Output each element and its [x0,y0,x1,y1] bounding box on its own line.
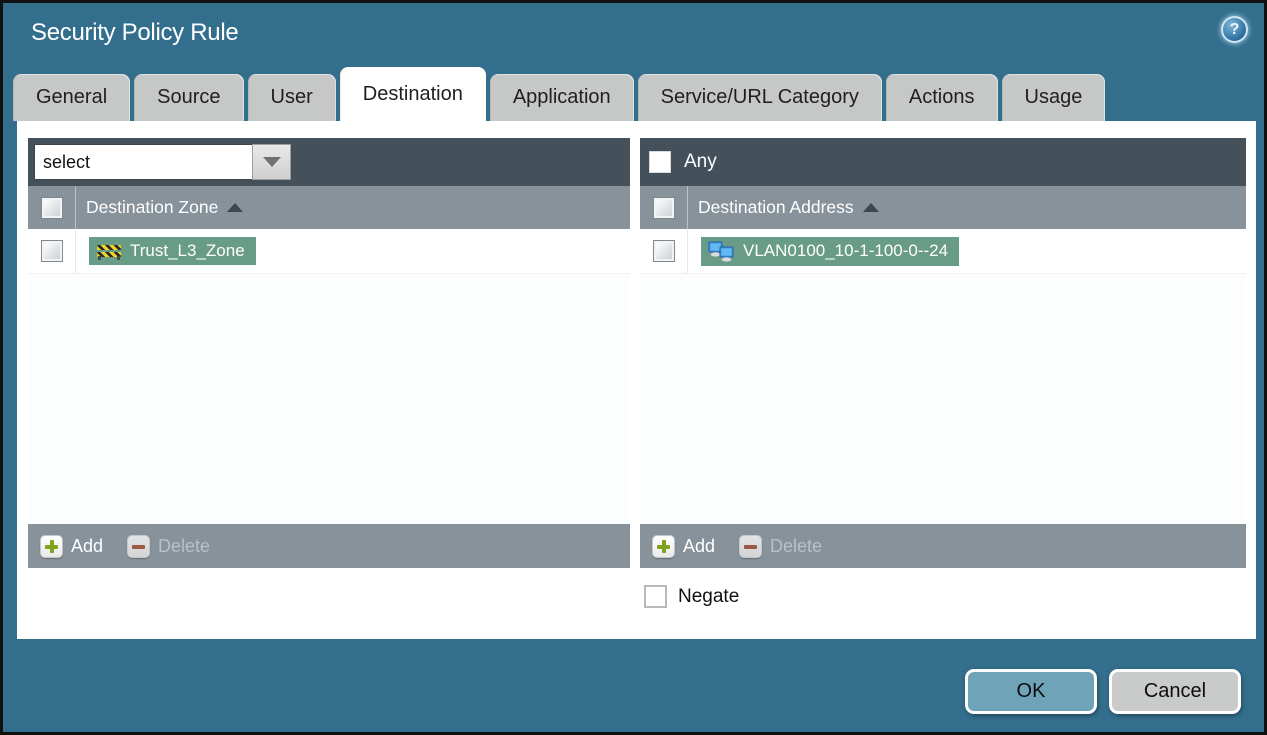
negate-checkbox[interactable] [644,585,667,608]
zone-filter-combo [34,144,291,180]
zone-value-chip[interactable]: Trust_L3_Zone [89,237,256,265]
zone-filter-dropdown-button[interactable] [252,144,291,180]
content-area: Destination Zone Trust_L3_Zone [17,121,1256,639]
zone-column-header[interactable]: Destination Zone [28,186,630,229]
row-checkbox-cell [28,229,76,273]
row-checkbox[interactable] [40,240,63,262]
table-row[interactable]: VLAN0100_10-1-100-0--24 [640,229,1246,274]
delete-zone-button[interactable]: Delete [127,534,211,558]
address-select-all-checkbox[interactable] [652,196,675,219]
negate-option: Negate [644,585,739,608]
negate-label: Negate [678,585,740,607]
address-any-bar: Any [640,138,1246,186]
plus-icon [40,534,63,558]
tab-source[interactable]: Source [134,74,244,121]
sort-ascending-icon[interactable] [227,203,244,212]
add-label: Add [683,535,716,556]
zone-value-label: Trust_L3_Zone [130,241,245,260]
address-value-chip[interactable]: VLAN0100_10-1-100-0--24 [701,236,960,266]
minus-icon [127,534,151,558]
any-checkbox[interactable] [649,151,671,173]
address-column-title: Destination Address [698,197,854,217]
zone-footer: Add Delete [28,524,630,568]
security-policy-rule-dialog: Security Policy Rule ? General Source User… [0,0,1267,735]
delete-address-button[interactable]: Delete [739,534,823,558]
tab-user[interactable]: User [247,74,336,121]
delete-label: Delete [158,535,211,556]
destination-zone-panel: Destination Zone Trust_L3_Zone [28,138,630,568]
zone-filter-bar [28,138,630,186]
tab-general[interactable]: General [13,74,131,121]
address-column-header[interactable]: Destination Address [640,186,1246,229]
tab-usage[interactable]: Usage [1001,74,1106,121]
add-address-button[interactable]: Add [652,534,716,558]
delete-label: Delete [770,535,823,556]
page-title: Security Policy Rule [31,19,239,46]
row-checkbox[interactable] [652,240,675,262]
network-computers-icon [708,241,734,262]
address-list: VLAN0100_10-1-100-0--24 [640,229,1246,524]
zone-select-all-checkbox[interactable] [40,196,63,219]
sort-ascending-icon[interactable] [862,203,879,212]
destination-address-panel: Any Destination Address VLAN0100_10-1-10… [640,138,1246,568]
zone-column-title: Destination Zone [86,197,219,217]
cancel-button[interactable]: Cancel [1109,669,1241,714]
title-bar: Security Policy Rule ? [3,3,1264,61]
tab-bar: General Source User Destination Application S… [13,67,1254,121]
address-footer: Add Delete [640,524,1246,568]
zone-select-all-cell [28,186,76,229]
any-label: Any [684,151,717,172]
add-label: Add [71,535,104,556]
zone-filter-input[interactable] [34,144,252,180]
address-select-all-cell [640,186,688,229]
tab-application[interactable]: Application [489,74,634,121]
chevron-down-icon [262,157,281,167]
zone-list: Trust_L3_Zone [28,229,630,524]
address-value-label: VLAN0100_10-1-100-0--24 [743,241,949,260]
tab-destination[interactable]: Destination [339,67,486,121]
add-zone-button[interactable]: Add [40,534,104,558]
tab-service-url-category[interactable]: Service/URL Category [637,74,882,121]
ok-button[interactable]: OK [965,669,1097,714]
minus-icon [739,534,763,558]
plus-icon [652,534,675,558]
zone-barrier-icon [96,243,122,260]
row-checkbox-cell [640,229,688,273]
help-icon[interactable]: ? [1221,16,1248,43]
table-row[interactable]: Trust_L3_Zone [28,229,630,274]
tab-actions[interactable]: Actions [885,74,998,121]
